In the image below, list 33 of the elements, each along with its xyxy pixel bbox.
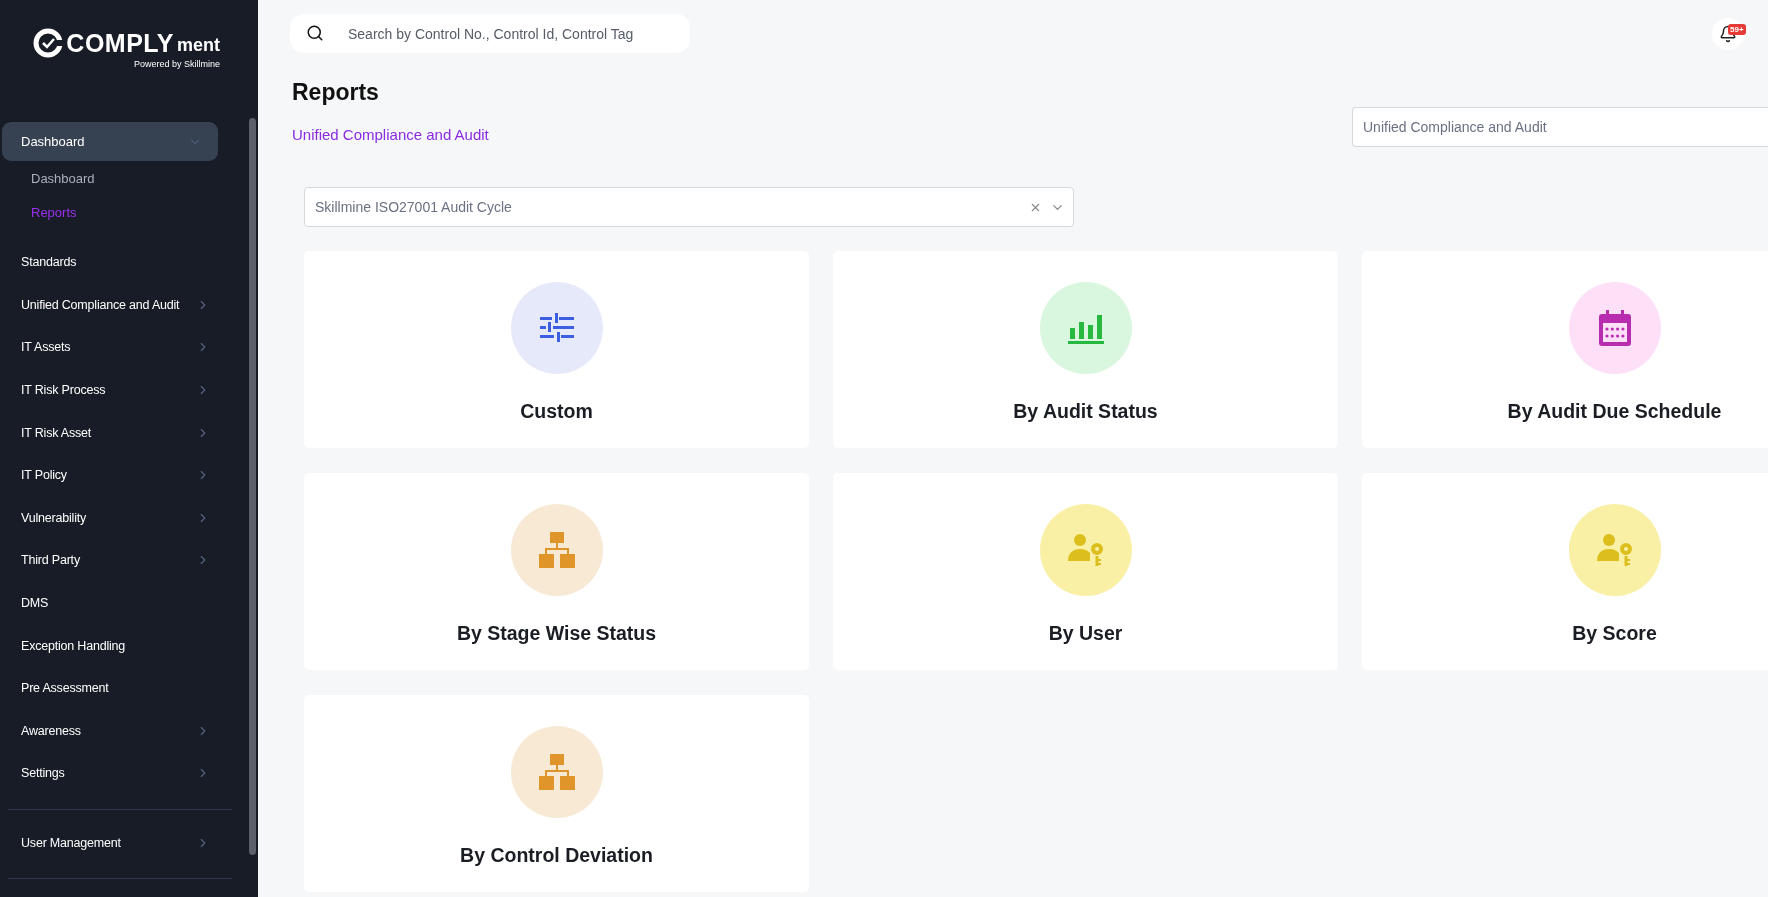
nav-item[interactable]: Exception Handling [0,624,246,667]
search-field[interactable]: Search by Control No., Control Id, Control Tag [290,14,690,53]
report-card[interactable]: By Control Deviation [304,695,809,892]
logo-suffix: ment [177,35,220,56]
nav-item[interactable]: DMS [0,581,246,625]
breadcrumb-link[interactable]: Unified Compliance and Audit [292,126,489,143]
audit-cycle-select[interactable]: Skillmine ISO27001 Audit Cycle [304,187,1074,227]
notifications-button[interactable]: 59+ [1712,17,1744,50]
logo-name: COMPLY [66,28,174,58]
notification-count: 59+ [1728,23,1746,35]
nav-item[interactable]: IT Risk Asset [0,411,246,454]
report-card[interactable]: By Stage Wise Status [304,473,809,670]
nav-item[interactable]: Awareness [0,709,246,753]
report-card[interactable]: By Audit Due Schedule [1362,251,1768,448]
nav-item[interactable]: IT Risk Process [0,368,246,412]
module-field[interactable]: Unified Compliance and Audit [1352,107,1768,147]
nav-item[interactable]: IT Policy [0,453,246,497]
nav-item[interactable]: IT Assets [0,326,246,369]
report-card[interactable]: By User [833,473,1338,670]
nav-item[interactable]: Dashboard [2,122,218,161]
report-card[interactable]: By Audit Status [833,251,1338,448]
nav-item[interactable]: Vulnerability [0,496,246,540]
nav-item[interactable]: User Management [0,821,246,865]
nav-subitem[interactable]: Dashboard [31,161,246,195]
report-card[interactable]: Custom [304,251,809,448]
logo-tagline: Powered by Skillmine [133,59,220,69]
nav-item[interactable]: Pre Assessment [0,666,246,710]
nav-item[interactable]: Unified Compliance and Audit [0,283,246,327]
nav-item[interactable]: Third Party [0,539,246,582]
page-title: Reports [292,79,380,106]
report-card[interactable]: By Score [1362,473,1768,670]
nav-item[interactable]: Settings [0,752,246,795]
nav-item[interactable]: Standards [0,241,246,284]
